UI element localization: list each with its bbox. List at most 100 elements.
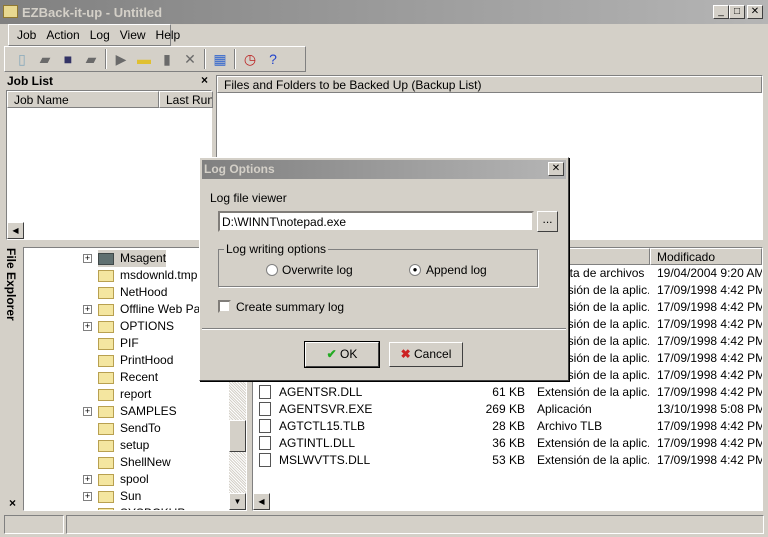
expand-icon[interactable]: + [83, 492, 92, 501]
ok-button[interactable]: ✔ OK [304, 341, 380, 368]
append-label[interactable]: Append log [426, 263, 487, 277]
file-modified: 17/09/1998 4:42 PM [657, 334, 763, 348]
append-radio[interactable]: ● [409, 264, 421, 276]
tree-item[interactable]: Sun [98, 488, 141, 505]
folder-icon [98, 252, 114, 265]
run-icon[interactable]: ▶ [112, 50, 130, 68]
column-job-name[interactable]: Job Name [7, 91, 159, 108]
overwrite-label[interactable]: Overwrite log [282, 263, 353, 277]
tree-item-label: SYSBCKUP [120, 506, 185, 510]
help-icon[interactable]: ? [264, 50, 282, 68]
window-title: EZBack-it-up - Untitled [22, 5, 163, 20]
tree-item[interactable]: setup [98, 437, 149, 454]
scroll-left-button[interactable]: ◀ [253, 493, 270, 510]
menu-help[interactable]: Help [156, 28, 181, 45]
file-name: AGENTSR.DLL [279, 385, 363, 399]
menu-view[interactable]: View [120, 28, 146, 45]
overwrite-radio[interactable] [266, 264, 278, 276]
scroll-left-button[interactable]: ◀ [7, 222, 24, 239]
tree-item[interactable]: SendTo [98, 420, 161, 437]
tree-item[interactable]: Msagent [98, 250, 167, 267]
tree-item-label: msdownld.tmp [120, 268, 198, 282]
file-name: MSLWVTTS.DLL [279, 453, 371, 467]
file-modified: 19/04/2004 9:20 AM [657, 266, 763, 280]
log-viewer-label: Log file viewer [210, 191, 287, 205]
new-file-icon[interactable]: ▯ [13, 50, 31, 68]
tree-item[interactable]: spool [98, 471, 149, 488]
browse-button[interactable]: ... [537, 211, 558, 232]
file-modified: 17/09/1998 4:42 PM [657, 436, 763, 450]
file-explorer-tab[interactable]: File Explorer × [4, 246, 22, 512]
tree-item[interactable]: OPTIONS [98, 318, 174, 335]
scroll-down-button[interactable]: ▼ [229, 493, 246, 510]
file-modified: 17/09/1998 4:42 PM [657, 368, 763, 382]
file-modified: 17/09/1998 4:42 PM [657, 385, 763, 399]
schedule-icon[interactable]: ◷ [241, 50, 259, 68]
expand-icon[interactable]: + [83, 407, 92, 416]
tree-item[interactable]: PrintHood [98, 352, 173, 369]
tree-item-label: OPTIONS [120, 319, 175, 333]
view-icon[interactable]: ▦ [211, 50, 229, 68]
folder-icon [98, 320, 114, 333]
column-modified[interactable]: Modificado [650, 248, 762, 265]
tree-item[interactable]: report [98, 386, 151, 403]
open-icon[interactable]: ▰ [36, 50, 54, 68]
cross-icon: ✖ [400, 347, 411, 361]
close-button[interactable]: ✕ [747, 5, 763, 19]
expand-icon[interactable]: + [83, 254, 92, 263]
minimize-button[interactable]: _ [713, 5, 729, 19]
ok-label: OK [340, 347, 358, 361]
file-size: 61 KB [492, 385, 525, 399]
file-modified: 17/09/1998 4:42 PM [657, 317, 763, 331]
backup-list-title: Files and Folders to be Backed Up (Backu… [217, 76, 762, 93]
tree-item[interactable]: NetHood [98, 284, 167, 301]
expand-icon[interactable]: + [83, 322, 92, 331]
expand-icon[interactable]: + [83, 475, 92, 484]
menu-log[interactable]: Log [90, 28, 110, 45]
folder-icon [98, 337, 114, 350]
tree-item[interactable]: msdownld.tmp [98, 267, 197, 284]
delete-icon[interactable]: ✕ [181, 50, 199, 68]
save-icon[interactable]: ■ [59, 50, 77, 68]
folder-icon [98, 422, 114, 435]
app-icon [3, 5, 18, 18]
file-size: 269 KB [485, 402, 525, 416]
scroll-thumb[interactable] [229, 420, 246, 452]
tree-item[interactable]: SAMPLES [98, 403, 177, 420]
tree-item[interactable]: PIF [98, 335, 139, 352]
folder-icon [98, 354, 114, 367]
file-icon [259, 436, 271, 450]
tree-item-label: PIF [120, 336, 139, 350]
maximize-button[interactable]: □ [729, 5, 745, 19]
add-folder-icon[interactable]: ▬ [135, 50, 153, 68]
save-all-icon[interactable]: ▰ [82, 50, 100, 68]
tree-item[interactable]: ShellNew [98, 454, 171, 471]
dialog-close-button[interactable]: ✕ [548, 162, 564, 176]
dialog-divider [202, 328, 566, 330]
cancel-button[interactable]: ✖ Cancel [389, 342, 463, 367]
dialog-title-bar: Log Options [202, 160, 566, 179]
file-name: AGTINTL.DLL [279, 436, 356, 450]
close-explorer-icon[interactable]: × [9, 496, 16, 510]
folder-icon [98, 473, 114, 486]
tree-item[interactable]: SYSBCKUP [98, 505, 185, 510]
file-size: 53 KB [492, 453, 525, 467]
summary-label[interactable]: Create summary log [236, 300, 344, 314]
file-modified: 17/09/1998 4:42 PM [657, 453, 763, 467]
title-bar: EZBack-it-up - Untitled [0, 0, 768, 24]
tree-item[interactable]: Recent [98, 369, 158, 386]
close-pane-icon[interactable]: × [201, 73, 208, 87]
tree-item[interactable]: Offline Web Pag [98, 301, 207, 318]
folder-icon [98, 303, 114, 316]
tree-item-label: Recent [120, 370, 159, 384]
log-viewer-input[interactable] [218, 211, 534, 232]
menu-action[interactable]: Action [46, 28, 79, 45]
expand-icon[interactable]: + [83, 305, 92, 314]
tree-item-label: SAMPLES [120, 404, 177, 418]
summary-checkbox[interactable] [218, 300, 231, 313]
tree-item-label: spool [120, 472, 149, 486]
menu-job[interactable]: Job [17, 28, 36, 45]
column-last-run[interactable]: Last Run [159, 91, 213, 108]
add-file-icon[interactable]: ▮ [158, 50, 176, 68]
file-size: 28 KB [492, 419, 525, 433]
